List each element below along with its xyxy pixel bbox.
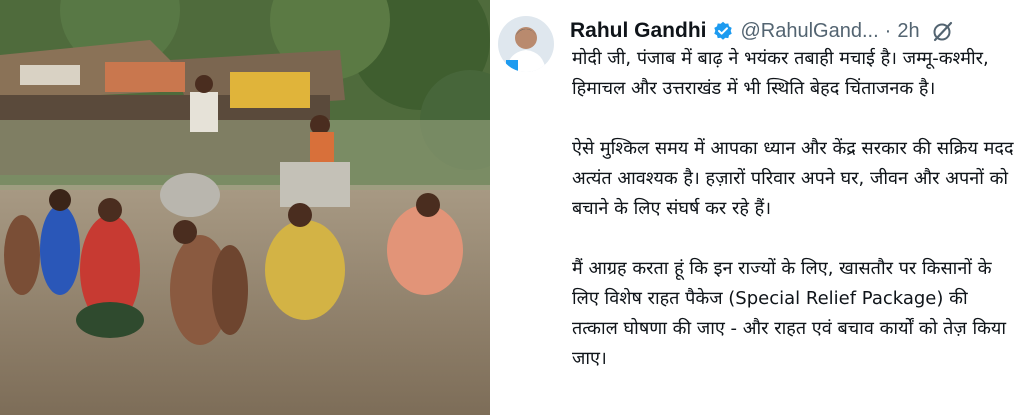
author-name[interactable]: Rahul Gandhi	[570, 19, 707, 43]
tweet-header: Rahul Gandhi @RahulGand... · 2h	[570, 14, 1010, 48]
tweet-card: Rahul Gandhi @RahulGand... · 2h मोदी जी,…	[490, 0, 1024, 415]
tweet-paragraph: मैं आग्रह करता हूं कि इन राज्यों के लिए,…	[572, 258, 1007, 369]
header-separator: ·	[884, 19, 892, 42]
verified-badge-icon	[713, 21, 733, 41]
tweet-paragraph: मोदी जी, पंजाब में बाढ़ ने भयंकर तबाही म…	[572, 48, 989, 99]
avatar[interactable]	[498, 16, 554, 72]
grok-icon[interactable]	[932, 20, 954, 42]
flood-photo	[0, 0, 490, 415]
tweet-paragraph: ऐसे मुश्किल समय में आपका ध्यान और केंद्र…	[572, 138, 1014, 219]
tweet-text: मोदी जी, पंजाब में बाढ़ ने भयंकर तबाही म…	[572, 44, 1018, 374]
tweet-timestamp[interactable]: 2h	[897, 20, 919, 43]
author-handle[interactable]: @RahulGand...	[741, 20, 879, 43]
